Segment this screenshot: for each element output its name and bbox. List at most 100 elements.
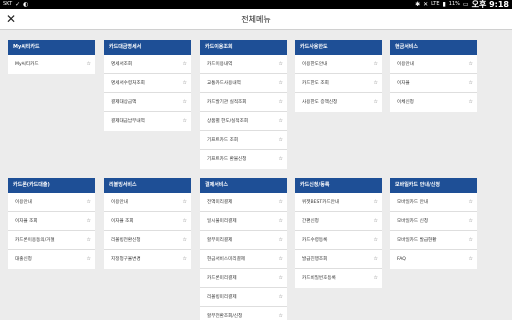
- menu-card: 카드신청/등록 위젯BEST카드안내 ☆ 간편신청 ☆ 카드수령등록 ☆ 발급진행조회 ☆ 카드비…: [295, 178, 382, 288]
- star-icon[interactable]: ☆: [469, 93, 473, 112]
- star-icon[interactable]: ☆: [279, 55, 283, 73]
- menu-item[interactable]: 카드론미리결제 ☆: [200, 269, 287, 288]
- star-icon[interactable]: ☆: [374, 55, 378, 73]
- star-icon[interactable]: ☆: [374, 269, 378, 288]
- star-icon[interactable]: ☆: [374, 93, 378, 112]
- star-icon[interactable]: ☆: [469, 74, 473, 92]
- star-icon[interactable]: ☆: [183, 250, 187, 269]
- menu-item-label: My씨티카드: [15, 62, 39, 67]
- star-icon[interactable]: ☆: [279, 112, 283, 130]
- star-icon[interactable]: ☆: [87, 250, 91, 269]
- menu-item[interactable]: 카드한도 조회 ☆: [295, 74, 382, 93]
- menu-item[interactable]: 카드발기관 실적조회 ☆: [200, 93, 287, 112]
- star-icon[interactable]: ☆: [183, 55, 187, 73]
- menu-item-label: 결제대금납부내역: [111, 119, 145, 124]
- menu-item[interactable]: 이자율 조회 ☆: [8, 212, 95, 231]
- menu-item-label: 이용안내: [15, 200, 32, 205]
- star-icon[interactable]: ☆: [183, 93, 187, 111]
- star-icon[interactable]: ☆: [279, 307, 283, 320]
- star-icon[interactable]: ☆: [279, 74, 283, 92]
- menu-item[interactable]: 이체신청 ☆: [390, 93, 477, 112]
- menu-item[interactable]: FAQ ☆: [390, 250, 477, 269]
- menu-item[interactable]: 이자율 ☆: [390, 74, 477, 93]
- menu-card-title: 모바일카드 안내/신청: [390, 178, 477, 193]
- star-icon[interactable]: ☆: [183, 74, 187, 92]
- menu-item[interactable]: 현금서비스미리결제 ☆: [200, 250, 287, 269]
- star-icon[interactable]: ☆: [279, 288, 283, 306]
- star-icon[interactable]: ☆: [469, 250, 473, 269]
- menu-item-label: 모바일카드 발급현황: [397, 238, 437, 243]
- menu-item[interactable]: 이자율 조회 ☆: [104, 212, 191, 231]
- star-icon[interactable]: ☆: [469, 193, 473, 211]
- star-icon[interactable]: ☆: [279, 269, 283, 287]
- menu-item[interactable]: 카드론이용동의/거절 ☆: [8, 231, 95, 250]
- star-icon[interactable]: ☆: [374, 193, 378, 211]
- menu-item[interactable]: 지정청구율변경 ☆: [104, 250, 191, 269]
- menu-item[interactable]: 기프트카드 환불신청 ☆: [200, 150, 287, 169]
- star-icon[interactable]: ☆: [87, 212, 91, 230]
- menu-item[interactable]: 이용한도안내 ☆: [295, 55, 382, 74]
- star-icon[interactable]: ☆: [374, 212, 378, 230]
- title-bar: ✕ 전체메뉴: [0, 9, 512, 30]
- menu-item-label: FAQ: [397, 257, 406, 262]
- star-icon[interactable]: ☆: [374, 231, 378, 249]
- star-icon[interactable]: ☆: [374, 74, 378, 92]
- menu-item[interactable]: 명세서조회 ☆: [104, 55, 191, 74]
- menu-card: 카드이용조회 카드이용내역 ☆ 교통카드사용내역 ☆ 카드발기관 실적조회 ☆ 상품별 한도/…: [200, 40, 287, 169]
- menu-item[interactable]: My씨티카드 ☆: [8, 55, 95, 74]
- star-icon[interactable]: ☆: [279, 150, 283, 169]
- menu-item[interactable]: 할부미리결제 ☆: [200, 231, 287, 250]
- star-icon[interactable]: ☆: [87, 193, 91, 211]
- menu-item[interactable]: 사용한도 증액신청 ☆: [295, 93, 382, 112]
- menu-item[interactable]: 기프트카드 조회 ☆: [200, 131, 287, 150]
- star-icon[interactable]: ☆: [279, 231, 283, 249]
- mute-icon: ✕: [423, 1, 429, 8]
- menu-item[interactable]: 리볼빙미리결제 ☆: [200, 288, 287, 307]
- menu-item[interactable]: 카드이용내역 ☆: [200, 55, 287, 74]
- menu-card-title: 카드대금명세서: [104, 40, 191, 55]
- menu-item-label: 카드이용내역: [207, 62, 233, 67]
- star-icon[interactable]: ☆: [183, 231, 187, 249]
- menu-item[interactable]: 모바일카드 신청 ☆: [390, 212, 477, 231]
- star-icon[interactable]: ☆: [183, 212, 187, 230]
- menu-item[interactable]: 간편신청 ☆: [295, 212, 382, 231]
- menu-item[interactable]: 일시불미리결제 ☆: [200, 212, 287, 231]
- menu-item[interactable]: 발급진행조회 ☆: [295, 250, 382, 269]
- star-icon[interactable]: ☆: [279, 250, 283, 268]
- star-icon[interactable]: ☆: [183, 112, 187, 131]
- menu-item[interactable]: 모바일카드 안내 ☆: [390, 193, 477, 212]
- menu-item[interactable]: 전액미리결제 ☆: [200, 193, 287, 212]
- star-icon[interactable]: ☆: [279, 131, 283, 149]
- menu-item[interactable]: 대출신청 ☆: [8, 250, 95, 269]
- menu-item[interactable]: 이용안내 ☆: [8, 193, 95, 212]
- star-icon[interactable]: ☆: [279, 193, 283, 211]
- menu-item-label: 이자율: [397, 81, 410, 86]
- menu-item[interactable]: 모바일카드 발급현황 ☆: [390, 231, 477, 250]
- menu-item[interactable]: 이용안내 ☆: [104, 193, 191, 212]
- menu-item[interactable]: 상품별 한도/실적조회 ☆: [200, 112, 287, 131]
- star-icon[interactable]: ☆: [279, 212, 283, 230]
- menu-item-label: 대출신청: [15, 257, 32, 262]
- star-icon[interactable]: ☆: [87, 55, 91, 74]
- menu-item-label: 이자율 조회: [15, 219, 38, 224]
- menu-item[interactable]: 할부전환조회/신청 ☆: [200, 307, 287, 320]
- star-icon[interactable]: ☆: [469, 55, 473, 73]
- star-icon[interactable]: ☆: [469, 212, 473, 230]
- menu-item[interactable]: 위젯BEST카드안내 ☆: [295, 193, 382, 212]
- menu-card-title: 현금서비스: [390, 40, 477, 55]
- menu-item[interactable]: 결제대금납부내역 ☆: [104, 112, 191, 131]
- menu-item[interactable]: 카드비밀번호등록 ☆: [295, 269, 382, 288]
- menu-item[interactable]: 리볼빙전환신청 ☆: [104, 231, 191, 250]
- star-icon[interactable]: ☆: [279, 93, 283, 111]
- menu-card: 리볼빙서비스 이용안내 ☆ 이자율 조회 ☆ 리볼빙전환신청 ☆ 지정청구율변경 ☆: [104, 178, 191, 269]
- menu-item[interactable]: 카드수령등록 ☆: [295, 231, 382, 250]
- star-icon[interactable]: ☆: [469, 231, 473, 249]
- menu-item[interactable]: 결제대상금액 ☆: [104, 93, 191, 112]
- menu-item[interactable]: 명세서수령처조회 ☆: [104, 74, 191, 93]
- star-icon[interactable]: ☆: [183, 193, 187, 211]
- star-icon[interactable]: ☆: [87, 231, 91, 249]
- menu-item[interactable]: 교통카드사용내역 ☆: [200, 74, 287, 93]
- menu-item[interactable]: 이용안내 ☆: [390, 55, 477, 74]
- menu-item-label: 발급진행조회: [302, 257, 328, 262]
- star-icon[interactable]: ☆: [374, 250, 378, 268]
